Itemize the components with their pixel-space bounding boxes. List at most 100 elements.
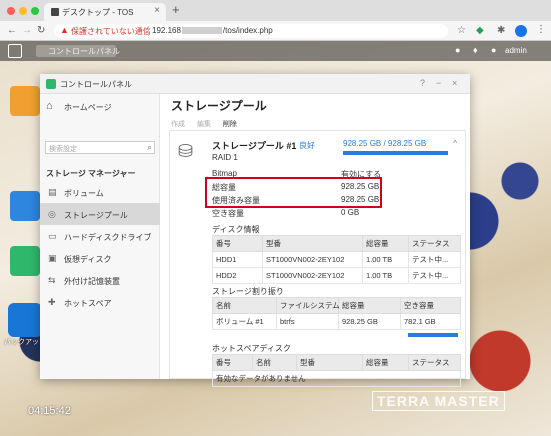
- table-header-row: 番号 名前 型番 総容量 ステータス: [212, 354, 461, 371]
- address-bar[interactable]: ▲ 保護されていない通信 192.168/tos/index.php: [54, 24, 448, 38]
- table-row[interactable]: HDD1 ST1000VN002-2EY102 1.00 TB テスト中...: [212, 251, 461, 268]
- allocation-table: 名前 ファイルシステム 総容量 空き容量 ボリューム #1 btrfs 928.…: [212, 297, 461, 339]
- column-header: 番号: [212, 235, 263, 252]
- close-window-button[interactable]: [7, 7, 15, 15]
- pool-name: ストレージプール #1: [212, 141, 297, 151]
- sidebar-item-external-storage[interactable]: ⇆ 外付け記憶装置: [40, 269, 160, 291]
- table-header-row: 番号 型番 総容量 ステータス: [212, 235, 461, 252]
- browser-tab[interactable]: デスクトップ - TOS ×: [44, 3, 166, 21]
- sidebar-item-volume[interactable]: ▤ ボリューム: [40, 181, 160, 203]
- maximize-window-button[interactable]: [31, 7, 39, 15]
- username[interactable]: admin: [505, 46, 527, 55]
- close-icon[interactable]: ×: [452, 78, 457, 88]
- chat-icon[interactable]: ●: [455, 45, 460, 55]
- delete-button[interactable]: 削除: [223, 121, 237, 128]
- desktop-app-icon[interactable]: [10, 246, 40, 276]
- tos-favicon-icon: [51, 8, 59, 16]
- table-row: 有効なデータがありません: [212, 370, 461, 387]
- browser-tab-bar: デスクトップ - TOS × +: [0, 0, 551, 21]
- hot-spare-title: ホットスペアディスク: [212, 344, 291, 353]
- table-cell: 1.00 TB: [362, 267, 409, 284]
- tos-taskbar: コントロールパネル ● ♦ ● admin: [0, 41, 551, 61]
- chevron-up-icon[interactable]: ^: [453, 139, 457, 148]
- allocation-title: ストレージ割り振り: [212, 287, 284, 296]
- red-highlight-box: [205, 177, 382, 208]
- external-storage-icon: ⇆: [48, 275, 56, 285]
- terramaster-logo: TERRA MASTER: [372, 391, 505, 411]
- table-cell: btrfs: [276, 313, 339, 330]
- sidebar-item-hot-spare[interactable]: ✚ ホットスペア: [40, 291, 160, 313]
- free-capacity-label: 空き容量: [212, 209, 244, 218]
- star-icon[interactable]: ☆: [457, 25, 466, 36]
- table-cell: ST1000VN002-2EY102: [262, 267, 363, 284]
- new-tab-button[interactable]: +: [172, 2, 180, 17]
- table-cell: 928.25 GB: [338, 313, 401, 330]
- pool-capacity-bar: [343, 151, 448, 155]
- address-separator: [148, 26, 149, 36]
- table-cell: 782.1 GB: [400, 313, 461, 330]
- volume-usage-bar: [407, 333, 458, 338]
- start-menu-icon[interactable]: [8, 44, 22, 58]
- table-header-row: 名前 ファイルシステム 総容量 空き容量: [212, 297, 461, 314]
- hot-spare-table: 番号 名前 型番 総容量 ステータス 有効なデータがありません: [212, 354, 461, 387]
- warning-icon: ▲: [60, 25, 69, 35]
- column-header: ステータス: [408, 354, 461, 371]
- window-title: コントロールパネル: [60, 80, 132, 89]
- page-title: ストレージプール: [171, 99, 267, 113]
- create-button[interactable]: 作成: [171, 121, 185, 128]
- control-panel-window: コントロールパネル ? − × ⌂ ホームページ 検索設定 ⌕ ストレージ マネ…: [40, 74, 470, 387]
- column-header: 総容量: [362, 354, 409, 371]
- help-icon[interactable]: ?: [420, 78, 425, 88]
- free-capacity-value: 0 GB: [341, 208, 360, 217]
- column-header: ステータス: [408, 235, 461, 252]
- shield-extension-icon[interactable]: ◆: [476, 25, 484, 36]
- url-text: 192.168/tos/index.php: [152, 26, 273, 35]
- disk-info-table: 番号 型番 総容量 ステータス HDD1 ST1000VN002-2EY102 …: [212, 235, 461, 284]
- table-cell: 1.00 TB: [362, 251, 409, 268]
- sidebar-item-label: 外付け記憶装置: [64, 277, 120, 286]
- sidebar-item-label: ホットスペア: [64, 299, 112, 308]
- puzzle-extension-icon[interactable]: ✱: [497, 25, 505, 36]
- hdd-icon: ▭: [48, 231, 57, 241]
- minimize-icon[interactable]: −: [436, 78, 441, 88]
- desktop-app-icon[interactable]: [10, 86, 40, 116]
- sidebar-item-virtual-disk[interactable]: ▣ 仮想ディスク: [40, 247, 160, 269]
- storage-pool-card: ⛁ ストレージプール #1 良好 RAID 1 928.25 GB / 928.…: [169, 130, 466, 387]
- minimize-window-button[interactable]: [19, 7, 27, 15]
- sidebar-item-hdd[interactable]: ▭ ハードディスクドライブ: [40, 225, 160, 247]
- desktop-clock: 04:15:42: [28, 405, 71, 417]
- browser-tab-title: デスクトップ - TOS: [62, 8, 134, 17]
- url-suffix: /tos/index.php: [222, 26, 273, 35]
- desktop-app-icon[interactable]: [10, 191, 40, 221]
- window-titlebar[interactable]: コントロールパネル ? − ×: [40, 74, 470, 94]
- column-header: ファイルシステム: [276, 297, 340, 314]
- search-icon[interactable]: ⌕: [147, 142, 152, 153]
- column-header: 番号: [212, 354, 253, 371]
- sidebar-item-storage-pool[interactable]: ◎ ストレージプール: [40, 203, 160, 225]
- toolbar: 作成 編集 削除: [171, 119, 247, 129]
- table-cell: テスト中...: [408, 267, 461, 284]
- user-icon[interactable]: ●: [491, 45, 496, 55]
- forward-arrow-icon[interactable]: →: [22, 25, 32, 36]
- settings-search-input[interactable]: 検索設定 ⌕: [45, 141, 155, 154]
- table-row[interactable]: ボリューム #1 btrfs 928.25 GB 782.1 GB: [212, 313, 461, 330]
- table-cell: ST1000VN002-2EY102: [262, 251, 363, 268]
- search-placeholder: 検索設定: [49, 146, 77, 153]
- reload-icon[interactable]: ↻: [37, 25, 45, 36]
- pool-capacity-text: 928.25 GB / 928.25 GB: [343, 139, 427, 148]
- sidebar-home[interactable]: ⌂ ホームページ: [40, 98, 160, 116]
- table-row[interactable]: HDD2 ST1000VN002-2EY102 1.00 TB テスト中...: [212, 267, 461, 284]
- edit-button[interactable]: 編集: [197, 121, 211, 128]
- column-header: 名前: [212, 297, 277, 314]
- browser-menu-icon[interactable]: ⋮: [536, 24, 546, 35]
- bell-icon[interactable]: ♦: [473, 45, 478, 55]
- storage-pool-icon: ◎: [48, 209, 56, 219]
- disk-info-title: ディスク情報: [212, 225, 260, 234]
- backup-app-icon[interactable]: [8, 303, 42, 337]
- profile-avatar[interactable]: [515, 25, 527, 37]
- sidebar-section-title: ストレージ マネージャー: [46, 169, 136, 178]
- back-arrow-icon[interactable]: ←: [7, 25, 17, 36]
- tab-close-icon[interactable]: ×: [154, 5, 160, 16]
- sidebar: ⌂ ホームページ 検索設定 ⌕ ストレージ マネージャー ▤ ボリューム ◎ ス…: [40, 94, 160, 379]
- sidebar-item-label: ボリューム: [64, 189, 104, 198]
